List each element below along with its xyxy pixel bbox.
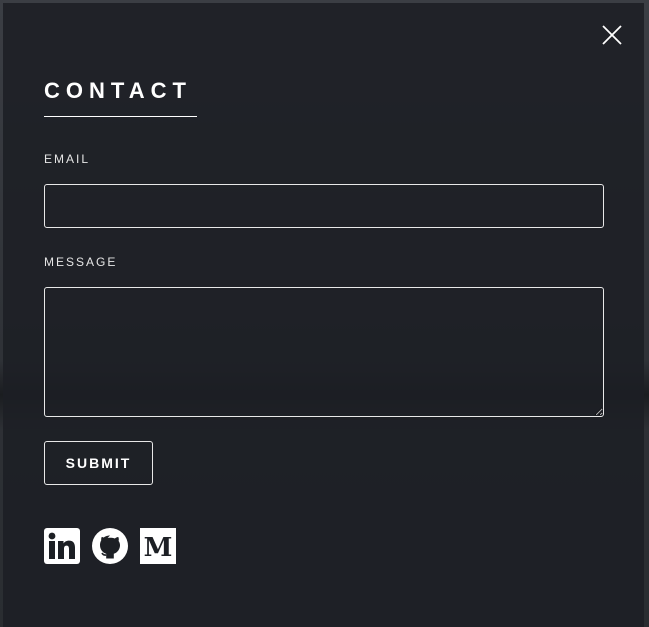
medium-link[interactable]: M [140,528,176,564]
medium-icon: M [140,528,176,564]
medium-letter: M [144,533,173,563]
message-field[interactable] [44,287,604,417]
linkedin-link[interactable] [44,528,80,564]
github-icon [92,528,128,564]
close-icon [602,25,622,45]
email-field[interactable] [44,184,604,228]
linkedin-icon [44,528,80,564]
github-link[interactable] [92,528,128,564]
title-underline [44,116,197,117]
page-title: CONTACT [44,78,192,103]
close-button[interactable] [601,24,623,46]
submit-button[interactable]: SUBMIT [44,441,153,485]
message-label: MESSAGE [44,255,118,269]
email-label: EMAIL [44,152,91,166]
